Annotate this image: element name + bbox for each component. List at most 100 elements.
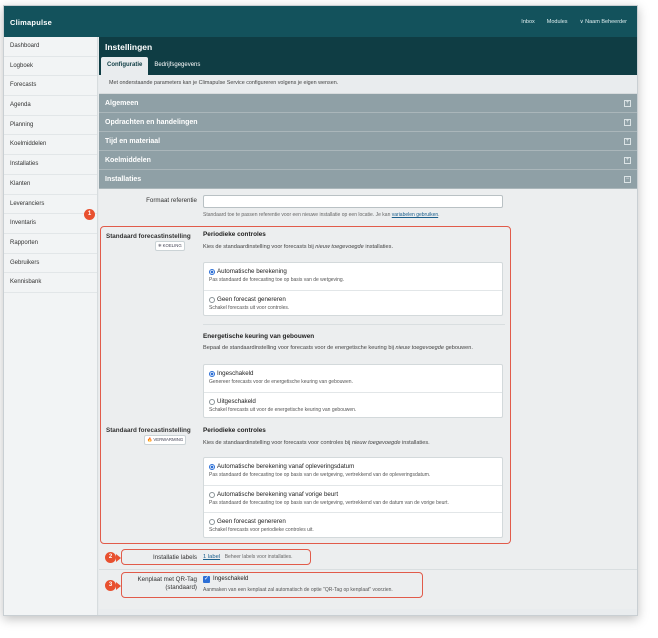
main-panel: Instellingen Configuratie Bedrijfsgegeve… — [84, 37, 637, 615]
energy-title: Energetische keuring van gebouwen — [203, 333, 315, 340]
top-nav: Inbox Modules ∨ Naam Beheerder — [521, 19, 627, 25]
sidebar: Dashboard Logboek Forecasts Agenda Plann… — [4, 37, 98, 615]
periodic-title: Periodieke controles — [203, 231, 266, 238]
sidebar-item-gebruikers[interactable]: Gebruikers — [4, 254, 97, 274]
qr-label: Kenplaat met QR-Tag (standaard) — [123, 576, 198, 592]
option-from-previous[interactable]: Automatische berekening vanaf vorige beu… — [204, 485, 502, 512]
sidebar-item-logboek[interactable]: Logboek — [4, 57, 97, 77]
expand-icon: + — [624, 138, 631, 145]
option-subtitle: Schakel forecasts uit voor de energetisc… — [209, 407, 357, 413]
option-subtitle: Pas standaard de forecasting toe op basi… — [209, 500, 449, 506]
sidebar-item-inventaris[interactable]: Inventaris — [4, 214, 97, 234]
labels-link[interactable]: 1 label — [203, 554, 220, 560]
section-label: Tijd en materiaal — [105, 138, 161, 145]
qr-check-label: Ingeschakeld — [213, 576, 249, 582]
periodic2-desc: Kies de standaardinstelling voor forecas… — [203, 440, 430, 446]
radio-checked-icon[interactable] — [209, 464, 215, 470]
periodic-options: Automatische berekening Pas standaard de… — [203, 262, 503, 316]
option-subtitle: Genereer forecasts voor de energetische … — [209, 379, 353, 385]
option-subtitle: Schakel forecasts voor periodieke contro… — [209, 527, 314, 533]
ref-format-input[interactable] — [203, 195, 503, 208]
section-algemeen[interactable]: Algemeen + — [99, 94, 637, 113]
koeling-tag: ❄KOELING — [155, 241, 185, 251]
option-title: Uitgeschakeld — [217, 398, 256, 405]
sidebar-item-klanten[interactable]: Klanten — [4, 175, 97, 195]
sidebar-item-rapporten[interactable]: Rapporten — [4, 234, 97, 254]
qr-label-line2: (standaard) — [165, 584, 197, 591]
option-enabled[interactable]: Ingeschakeld Genereer forecasts voor de … — [204, 365, 502, 392]
intro-text: Met onderstaande parameters kan je Clima… — [99, 75, 637, 94]
energy-options: Ingeschakeld Genereer forecasts voor de … — [203, 364, 503, 418]
option-subtitle: Schakel forecasts uit voor controles. — [209, 305, 290, 311]
ref-help-end: . — [438, 212, 440, 218]
section-label: Algemeen — [105, 100, 139, 107]
top-bar: Climapulse Inbox Modules ∨ Naam Beheerde… — [4, 6, 637, 37]
option-no-forecast[interactable]: Geen forecast genereren Schakel forecast… — [204, 290, 502, 317]
section-label: Opdrachten en handelingen — [105, 119, 198, 126]
tab-bedrijfsgegevens[interactable]: Bedrijfsgegevens — [148, 57, 206, 75]
labels-value: 1 label Beheer labels voor installaties. — [203, 554, 293, 560]
variables-link[interactable]: variabelen gebruiken — [392, 212, 438, 218]
forecast-label-verwarming: Standaard forecastinstelling — [106, 427, 191, 434]
sidebar-item-koelmiddelen[interactable]: Koelmiddelen — [4, 135, 97, 156]
callout-badge-3: 3 — [105, 580, 116, 591]
option-title: Automatische berekening — [217, 268, 287, 275]
ref-help-main: Standaard toe te passen referentie voor … — [203, 212, 391, 218]
desc-part: Bepaal de standaardinstelling voor forec… — [203, 345, 396, 351]
option-subtitle: Pas standaard de forecasting toe op basi… — [209, 472, 431, 478]
section-opdrachten[interactable]: Opdrachten en handelingen + — [99, 113, 637, 132]
inbox-link[interactable]: Inbox — [521, 19, 534, 25]
flame-icon: 🔥 — [147, 437, 153, 442]
radio-unchecked-icon[interactable] — [209, 297, 215, 303]
labels-label: Installatie labels — [152, 554, 197, 561]
qr-checkbox[interactable]: ✓ — [203, 576, 210, 583]
periodic2-title: Periodieke controles — [203, 427, 266, 434]
tag-label: KOELING — [162, 243, 182, 248]
section-koelmiddelen[interactable]: Koelmiddelen + — [99, 151, 637, 170]
radio-checked-icon[interactable] — [209, 269, 215, 275]
modules-link[interactable]: Modules — [547, 19, 568, 25]
sidebar-item-leveranciers[interactable]: Leveranciers — [4, 195, 97, 215]
qr-desc: Aanmaken van een kenplaat zal automatisc… — [203, 587, 393, 593]
radio-checked-icon[interactable] — [209, 371, 215, 377]
sidebar-item-forecasts[interactable]: Forecasts — [4, 76, 97, 97]
desc-em: nieuw toegevoegde — [395, 345, 445, 351]
option-automatic[interactable]: Automatische berekening Pas standaard de… — [204, 263, 502, 290]
tab-bar: Configuratie Bedrijfsgegevens — [99, 57, 637, 75]
desc-part: installaties. — [363, 244, 394, 250]
periodic-desc: Kies de standaardinstelling voor forecas… — [203, 244, 393, 250]
verwarming-tag: 🔥VERWARMING — [144, 435, 187, 445]
user-menu[interactable]: ∨ Naam Beheerder — [580, 19, 627, 25]
app-logo: Climapulse — [10, 18, 53, 27]
periodic2-options: Automatische berekening vanaf oplevering… — [203, 457, 503, 538]
sidebar-item-dashboard[interactable]: Dashboard — [4, 37, 97, 57]
sidebar-item-agenda[interactable]: Agenda — [4, 96, 97, 116]
option-title: Geen forecast genereren — [217, 518, 286, 525]
radio-unchecked-icon[interactable] — [209, 399, 215, 405]
divider — [99, 569, 637, 570]
sidebar-item-installaties[interactable]: Installaties — [4, 155, 97, 175]
ref-label: Formaat referentie — [146, 197, 197, 204]
callout-badge-1: 1 — [84, 209, 95, 220]
divider — [203, 324, 505, 325]
radio-unchecked-icon[interactable] — [209, 519, 215, 525]
expand-icon: + — [624, 157, 631, 164]
section-installaties[interactable]: Installaties − — [99, 170, 637, 189]
section-tijd-materiaal[interactable]: Tijd en materiaal + — [99, 132, 637, 151]
option-title: Geen forecast genereren — [217, 296, 286, 303]
sidebar-item-planning[interactable]: Planning — [4, 116, 97, 136]
tab-configuratie[interactable]: Configuratie — [101, 57, 149, 75]
option-title: Ingeschakeld — [217, 370, 254, 377]
option-disabled[interactable]: Uitgeschakeld Schakel forecasts uit voor… — [204, 392, 502, 419]
callout-badge-2: 2 — [105, 552, 116, 563]
option-no-forecast-2[interactable]: Geen forecast genereren Schakel forecast… — [204, 512, 502, 539]
expand-icon: + — [624, 119, 631, 126]
page-title: Instellingen — [99, 37, 637, 57]
radio-unchecked-icon[interactable] — [209, 492, 215, 498]
snowflake-icon: ❄ — [158, 243, 162, 248]
sidebar-item-kennisbank[interactable]: Kennisbank — [4, 273, 97, 293]
option-from-delivery[interactable]: Automatische berekening vanaf oplevering… — [204, 458, 502, 485]
option-title: Automatische berekening vanaf vorige beu… — [217, 491, 339, 498]
energy-desc: Bepaal de standaardinstelling voor forec… — [203, 345, 473, 351]
tag-label: VERWARMING — [153, 437, 184, 442]
